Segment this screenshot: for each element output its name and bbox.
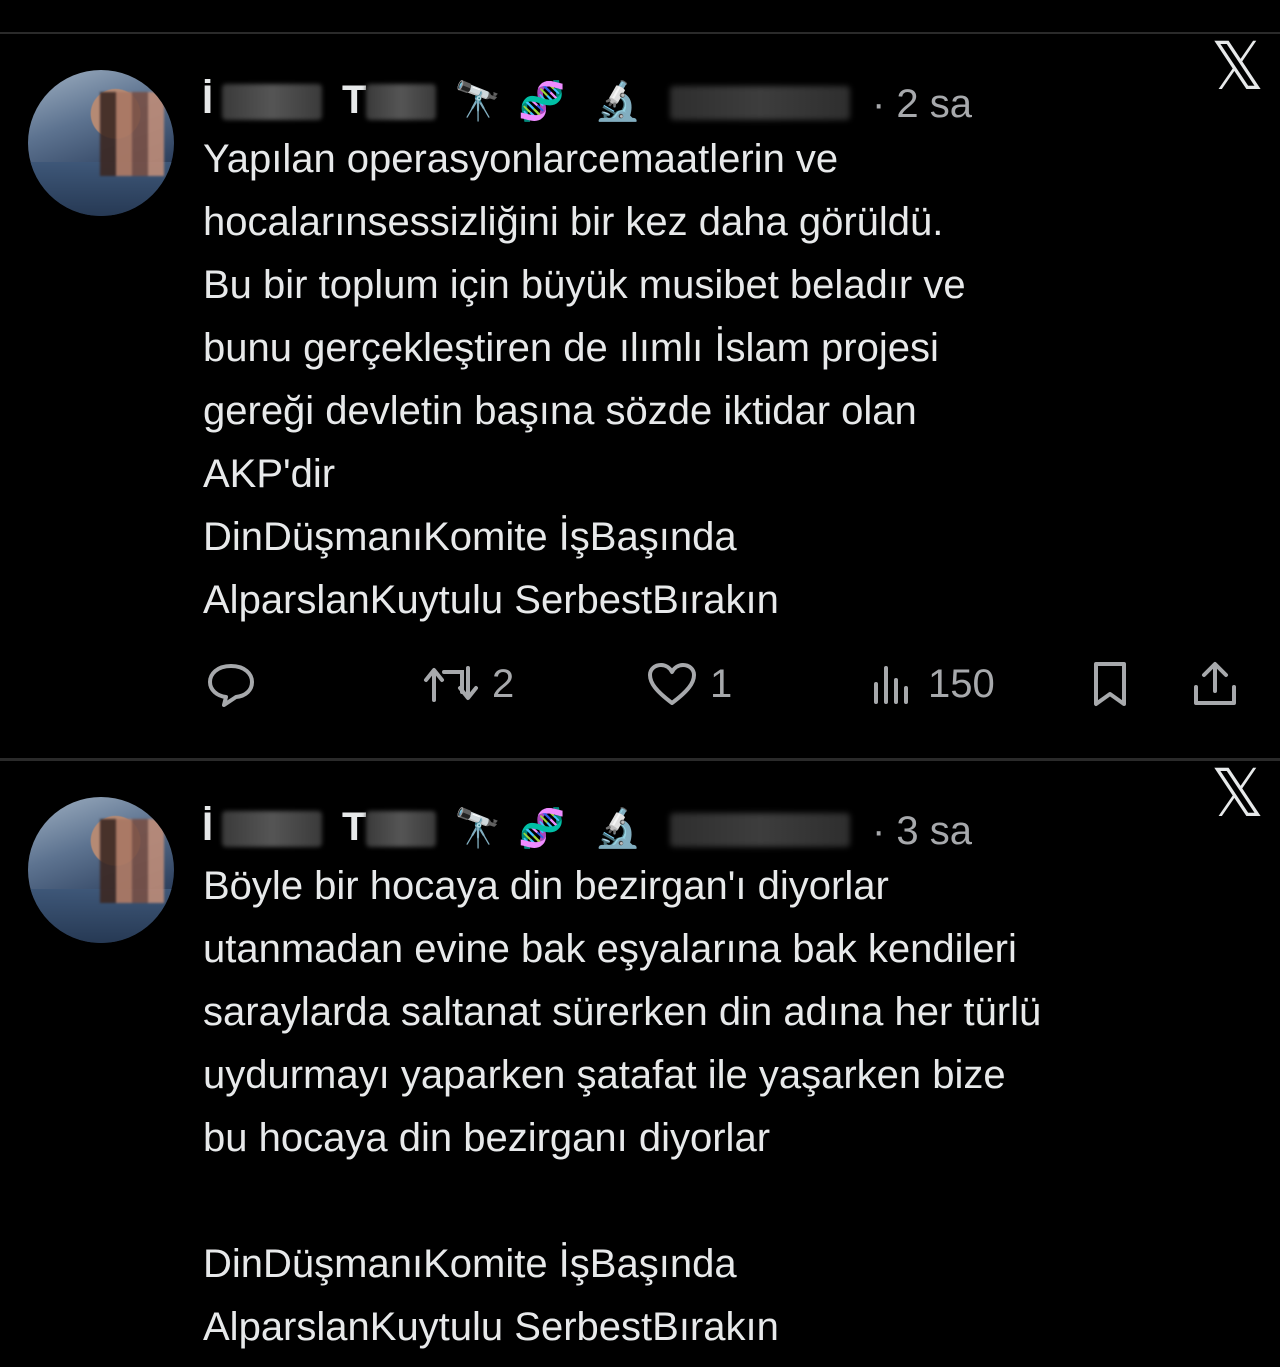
x-logo-icon: 𝕏 [1210, 28, 1264, 105]
avatar[interactable] [28, 70, 174, 216]
microscope-emoji: 🔬 [594, 81, 642, 123]
like-button[interactable]: 1 [646, 654, 732, 714]
author-name-redacted [222, 811, 322, 847]
dna-emoji: 🧬 [518, 81, 566, 123]
author-name-initial[interactable]: İ [202, 805, 213, 850]
views-count: 150 [928, 661, 995, 706]
author-name-initial[interactable]: İ [202, 78, 213, 123]
author-name-redacted [222, 84, 322, 120]
author-surname-initial[interactable]: T [342, 805, 366, 850]
heart-icon [648, 663, 696, 705]
telescope-emoji: 🔭 [454, 81, 502, 123]
views-icon [874, 666, 908, 704]
tweet[interactable]: İ T 🔭 🧬 🔬 · 3 sa 𝕏 Böyle bir hocaya din … [0, 761, 1280, 1367]
reply-button[interactable] [204, 654, 258, 714]
tweet-timestamp[interactable]: · 2 sa [872, 82, 972, 127]
bookmark-button[interactable] [1088, 654, 1132, 714]
tweet-header: İ T 🔭 🧬 🔬 · 2 sa [200, 74, 1260, 130]
author-surname-initial[interactable]: T [342, 78, 366, 123]
tweet-text: Böyle bir hocaya din bezirgan'ı diyorlar… [203, 864, 1042, 1349]
like-count: 1 [710, 661, 733, 706]
tweet-timestamp[interactable]: · 3 sa [872, 809, 972, 854]
retweet-count: 2 [492, 661, 515, 706]
bookmark-icon [1094, 662, 1126, 706]
tweet-actions: 2 1 150 [200, 654, 1260, 714]
tweet-header: İ T 🔭 🧬 🔬 · 3 sa [200, 801, 1260, 857]
telescope-emoji: 🔭 [454, 808, 502, 850]
retweet-button[interactable]: 2 [422, 654, 514, 714]
reply-icon [208, 664, 254, 707]
tweet-text: Yapılan operasyonlarcemaatlerin ve hocal… [203, 137, 966, 622]
share-icon [1194, 662, 1236, 705]
author-handle-redacted [670, 86, 850, 120]
retweet-icon [424, 666, 478, 702]
tweet[interactable]: İ T 🔭 🧬 🔬 · 2 sa 𝕏 Yapılan operasyonlarc… [0, 34, 1280, 758]
author-surname-redacted [366, 811, 436, 847]
dna-emoji: 🧬 [518, 808, 566, 850]
share-button[interactable] [1190, 654, 1240, 714]
avatar[interactable] [28, 797, 174, 943]
author-handle-redacted [670, 813, 850, 847]
x-logo-icon: 𝕏 [1210, 755, 1264, 832]
views-button[interactable]: 150 [870, 654, 995, 714]
microscope-emoji: 🔬 [594, 808, 642, 850]
author-surname-redacted [366, 84, 436, 120]
